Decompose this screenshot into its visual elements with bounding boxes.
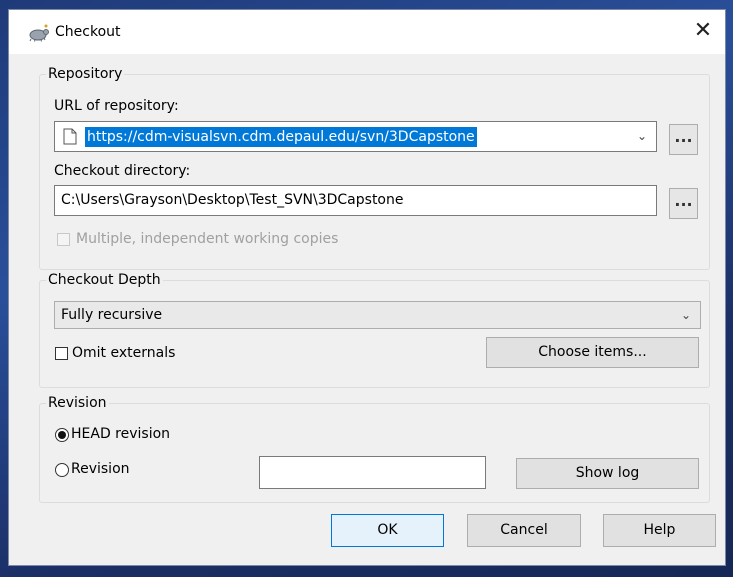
help-button[interactable]: Help	[603, 514, 716, 547]
url-value: https://cdm-visualsvn.cdm.depaul.edu/svn…	[85, 127, 477, 147]
checkout-dialog: Checkout ✕ Repository URL of repository:…	[8, 9, 726, 566]
depth-selected-value: Fully recursive	[61, 307, 163, 323]
omit-externals-label: Omit externals	[72, 345, 176, 361]
chevron-down-icon[interactable]: ⌄	[637, 122, 647, 150]
depth-select[interactable]: Fully recursive ⌄	[54, 301, 701, 329]
url-combobox[interactable]: https://cdm-visualsvn.cdm.depaul.edu/svn…	[54, 121, 657, 152]
multiple-copies-label: Multiple, independent working copies	[76, 231, 339, 247]
choose-items-button[interactable]: Choose items...	[486, 337, 699, 368]
checkout-directory-label: Checkout directory:	[54, 163, 191, 179]
checkout-depth-legend: Checkout Depth	[46, 271, 163, 289]
head-revision-label: HEAD revision	[71, 426, 171, 442]
browse-directory-button[interactable]: ...	[669, 188, 698, 219]
close-button[interactable]: ✕	[681, 10, 725, 54]
checkout-directory-value: C:\Users\Grayson\Desktop\Test_SVN\3DCaps…	[61, 192, 404, 208]
close-icon: ✕	[693, 18, 713, 43]
head-revision-radio[interactable]	[55, 428, 69, 442]
checkout-depth-group: Checkout Depth	[39, 271, 710, 388]
url-label: URL of repository:	[54, 98, 179, 114]
browse-url-button[interactable]: ...	[669, 124, 698, 155]
show-log-button[interactable]: Show log	[516, 458, 699, 489]
revision-label: Revision	[71, 461, 130, 477]
revision-input[interactable]	[259, 456, 486, 489]
revision-legend: Revision	[46, 394, 109, 412]
chevron-down-icon: ⌄	[680, 308, 691, 322]
checkout-directory-input[interactable]: C:\Users\Grayson\Desktop\Test_SVN\3DCaps…	[54, 185, 657, 216]
omit-externals-checkbox[interactable]	[55, 347, 68, 360]
revision-radio[interactable]	[55, 463, 69, 477]
document-icon	[63, 128, 77, 145]
window-title: Checkout	[55, 24, 121, 40]
title-bar: Checkout ✕	[9, 10, 725, 54]
ok-button[interactable]: OK	[331, 514, 444, 547]
multiple-copies-checkbox[interactable]	[57, 233, 70, 246]
repository-legend: Repository	[46, 65, 125, 83]
tortoise-icon	[29, 24, 49, 42]
cancel-button[interactable]: Cancel	[467, 514, 581, 547]
